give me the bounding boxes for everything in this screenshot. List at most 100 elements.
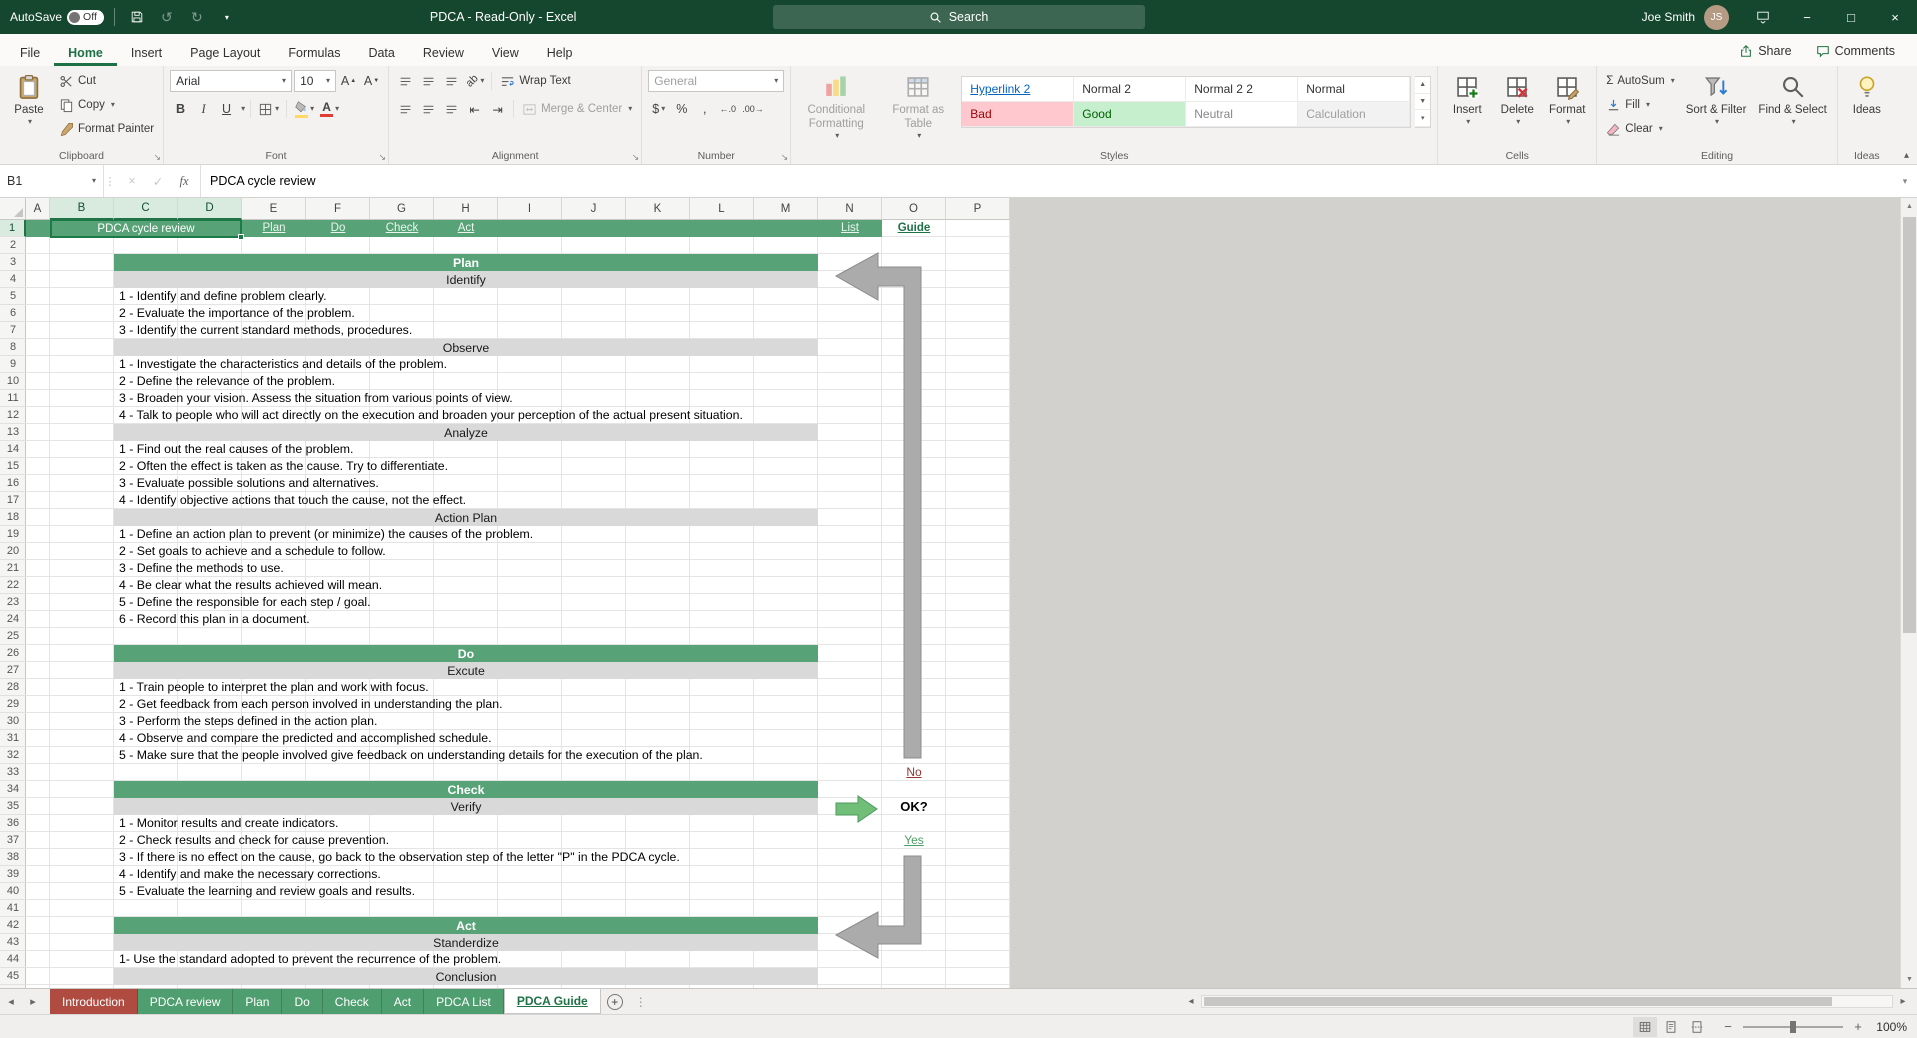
gallery-more-button[interactable]: ▾ — [1415, 110, 1431, 128]
search-box[interactable]: Search — [772, 5, 1145, 29]
wrap-text-button[interactable]: Wrap Text — [497, 70, 573, 92]
column-header-I[interactable]: I — [498, 198, 562, 220]
row-header-24[interactable]: 24 — [0, 611, 26, 628]
cell-text-observe-1[interactable]: 1 - Investigate the characteristics and … — [114, 356, 447, 373]
ribbon-collapse-button[interactable]: ▴ — [1904, 150, 1909, 161]
align-top-button[interactable] — [395, 70, 416, 92]
cell-text-verify-1[interactable]: 1 - Monitor results and create indicator… — [114, 815, 338, 832]
row-header-20[interactable]: 20 — [0, 543, 26, 560]
subsection-header-identify[interactable]: Identify — [114, 271, 818, 288]
row-header-18[interactable]: 18 — [0, 509, 26, 526]
horizontal-scrollbar[interactable]: ◂ ▸ — [1177, 989, 1917, 1014]
gallery-down-button[interactable]: ▼ — [1415, 94, 1431, 111]
row-header-4[interactable]: 4 — [0, 271, 26, 288]
save-button[interactable] — [125, 0, 149, 34]
autosum-button[interactable]: Σ AutoSum ▾ — [1603, 70, 1677, 92]
cell-text-verify-2[interactable]: 2 - Check results and check for cause pr… — [114, 832, 389, 849]
subsection-header-conclusion[interactable]: Conclusion — [114, 968, 818, 985]
autosave-switch[interactable]: Off — [67, 9, 104, 25]
row-header-15[interactable]: 15 — [0, 458, 26, 475]
vertical-scroll-thumb[interactable] — [1903, 217, 1916, 633]
row-header-43[interactable]: 43 — [0, 934, 26, 951]
cell-text-identify-1[interactable]: 1 - Identify and define problem clearly. — [114, 288, 327, 305]
nav-link-plan[interactable]: Plan — [242, 220, 306, 237]
column-header-D[interactable]: D — [178, 198, 242, 220]
subsection-header-verify[interactable]: Verify — [114, 798, 818, 815]
autosave-toggle[interactable]: AutoSave Off — [10, 9, 104, 25]
normal-view-button[interactable] — [1633, 1016, 1657, 1037]
vertical-scroll-track[interactable] — [1901, 215, 1917, 971]
format-cells-button[interactable]: Format ▾ — [1544, 70, 1590, 148]
merge-center-button[interactable]: Merge & Center ▾ — [519, 98, 635, 120]
row-header-9[interactable]: 9 — [0, 356, 26, 373]
section-header-act[interactable]: Act — [114, 917, 818, 934]
cell-text-action-plan-4[interactable]: 4 - Be clear what the results achieved w… — [114, 577, 382, 594]
cell-text-action-plan-5[interactable]: 5 - Define the responsible for each step… — [114, 594, 371, 611]
cut-button[interactable]: Cut — [56, 70, 157, 92]
nav-link-do[interactable]: Do — [306, 220, 370, 237]
format-painter-button[interactable]: Format Painter — [56, 118, 157, 140]
sheet-tab-plan[interactable]: Plan — [233, 989, 283, 1014]
comma-style-button[interactable]: , — [694, 98, 715, 120]
align-left-button[interactable] — [395, 98, 416, 120]
cancel-entry-button[interactable]: × — [120, 174, 144, 188]
user-name[interactable]: Joe Smith — [1642, 10, 1695, 24]
percent-style-button[interactable]: % — [671, 98, 692, 120]
sheet-nav-left-button[interactable]: ◂ — [0, 989, 22, 1014]
scroll-up-button[interactable]: ▲ — [1901, 198, 1917, 215]
increase-indent-button[interactable]: ⇥ — [487, 98, 508, 120]
row-header-5[interactable]: 5 — [0, 288, 26, 305]
cell-text-observe-2[interactable]: 2 - Define the relevance of the problem. — [114, 373, 335, 390]
redo-button[interactable]: ↻ — [185, 0, 209, 34]
ribbon-tab-review[interactable]: Review — [409, 39, 478, 66]
row-header-17[interactable]: 17 — [0, 492, 26, 509]
ribbon-tab-file[interactable]: File — [6, 39, 54, 66]
column-header-P[interactable]: P — [946, 198, 1010, 220]
cell-text-action-plan-6[interactable]: 6 - Record this plan in a document. — [114, 611, 310, 628]
zoom-slider-knob[interactable] — [1790, 1020, 1796, 1033]
ribbon-tab-page-layout[interactable]: Page Layout — [176, 39, 274, 66]
column-header-N[interactable]: N — [818, 198, 882, 220]
row-header-2[interactable]: 2 — [0, 237, 26, 254]
row-header-26[interactable]: 26 — [0, 645, 26, 662]
borders-button[interactable]: ▾ — [256, 98, 281, 120]
column-header-O[interactable]: O — [882, 198, 946, 220]
name-box[interactable]: B1 ▾ — [0, 165, 104, 197]
sheet-tab-introduction[interactable]: Introduction — [50, 989, 138, 1014]
column-header-K[interactable]: K — [626, 198, 690, 220]
sheet-tab-pdca-guide[interactable]: PDCA Guide — [503, 989, 601, 1014]
number-format-select[interactable]: General ▾ — [648, 70, 785, 92]
enter-entry-button[interactable]: ✓ — [146, 174, 170, 189]
row-header-42[interactable]: 42 — [0, 917, 26, 934]
row-header-37[interactable]: 37 — [0, 832, 26, 849]
sort-filter-button[interactable]: Sort & Filter ▾ — [1682, 70, 1751, 148]
sheet-tab-pdca-list[interactable]: PDCA List — [424, 989, 504, 1014]
subsection-header-action-plan[interactable]: Action Plan — [114, 509, 818, 526]
cell-text-excute-4[interactable]: 4 - Observe and compare the predicted an… — [114, 730, 492, 747]
row-header-30[interactable]: 30 — [0, 713, 26, 730]
number-dialog-launcher[interactable]: ↘ — [781, 153, 789, 162]
align-right-button[interactable] — [441, 98, 462, 120]
section-header-check[interactable]: Check — [114, 781, 818, 798]
row-header-16[interactable]: 16 — [0, 475, 26, 492]
cell-style-normal-2-2[interactable]: Normal 2 2 — [1186, 77, 1299, 102]
alignment-dialog-launcher[interactable]: ↘ — [632, 153, 640, 162]
column-header-J[interactable]: J — [562, 198, 626, 220]
row-header-35[interactable]: 35 — [0, 798, 26, 815]
row-header-34[interactable]: 34 — [0, 781, 26, 798]
decrease-indent-button[interactable]: ⇤ — [464, 98, 485, 120]
close-button[interactable]: × — [1873, 0, 1917, 34]
decrease-decimal-button[interactable]: .00→ — [740, 98, 766, 120]
font-color-button[interactable]: A ▾ — [318, 98, 341, 120]
delete-cells-button[interactable]: Delete ▾ — [1494, 70, 1540, 148]
cell-text-excute-3[interactable]: 3 - Perform the steps defined in the act… — [114, 713, 377, 730]
row-header-28[interactable]: 28 — [0, 679, 26, 696]
cell-text-analyze-3[interactable]: 3 - Evaluate possible solutions and alte… — [114, 475, 379, 492]
subsection-header-observe[interactable]: Observe — [114, 339, 818, 356]
comments-button[interactable]: Comments — [1808, 41, 1903, 61]
insert-cells-button[interactable]: Insert ▾ — [1444, 70, 1490, 148]
cell-style-normal[interactable]: Normal — [1298, 77, 1411, 102]
row-header-19[interactable]: 19 — [0, 526, 26, 543]
section-header-do[interactable]: Do — [114, 645, 818, 662]
row-header-31[interactable]: 31 — [0, 730, 26, 747]
